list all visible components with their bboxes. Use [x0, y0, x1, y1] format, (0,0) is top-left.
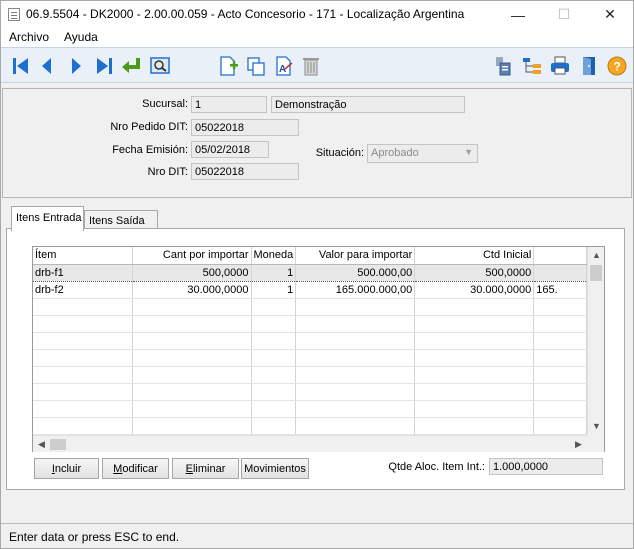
tab-itens-saida[interactable]: Itens Saída [84, 210, 158, 229]
menu-ayuda[interactable]: Ayuda [64, 30, 98, 44]
empty-row [33, 383, 588, 401]
situacion-label: Situación: [315, 147, 364, 159]
cell-moneda[interactable]: 1 [251, 281, 297, 299]
empty-row [33, 298, 588, 316]
dit-field[interactable]: 05022018 [191, 163, 299, 180]
table-header-row: Ítem Cant por importar Moneda Valor para… [33, 247, 588, 265]
cell-ctd[interactable]: 500,0000 [414, 263, 535, 282]
situacion-select[interactable]: Aprobado ▼ [367, 144, 478, 163]
svg-text:A: A [279, 64, 286, 75]
empty-row [33, 400, 588, 418]
enter-icon[interactable] [118, 53, 143, 78]
sucursal-code-field[interactable]: 1 [191, 96, 267, 113]
horizontal-scroll-thumb[interactable] [50, 439, 66, 450]
prev-record-icon[interactable] [34, 53, 59, 78]
help-icon[interactable]: ? [604, 53, 629, 78]
cell-cant[interactable]: 500,0000 [132, 263, 252, 282]
trash-icon[interactable] [298, 53, 323, 78]
col-header-ctd[interactable]: Ctd Inicial [414, 247, 535, 265]
pedido-field[interactable]: 05022018 [191, 119, 299, 136]
maximize-button[interactable]: ☐ [541, 1, 587, 28]
cell-extra[interactable] [533, 263, 588, 282]
minimize-button[interactable]: — [495, 1, 541, 28]
modificar-button[interactable]: Modificar [102, 458, 169, 479]
new-document-icon[interactable] [215, 53, 240, 78]
col-header-item[interactable]: Ítem [33, 247, 133, 265]
qtde-label: Qtde Aloc. Item Int.: [388, 461, 485, 473]
sucursal-name-field[interactable]: Demonstração [271, 96, 465, 113]
eliminar-hotkey: E [185, 462, 193, 475]
printer-icon[interactable] [547, 53, 572, 78]
dit-label: Nro DIT: [147, 166, 188, 178]
modificar-label: odificar [122, 462, 158, 475]
empty-row [33, 417, 588, 435]
scroll-corner [587, 435, 604, 452]
qtde-field[interactable]: 1.000,0000 [489, 458, 603, 475]
next-record-icon[interactable] [63, 53, 88, 78]
window-title: 06.9.5504 - DK2000 - 2.00.00.059 - Acto … [26, 7, 465, 21]
empty-row [33, 366, 588, 384]
close-button[interactable]: ✕ [587, 1, 633, 28]
scroll-right-icon[interactable]: ▶ [570, 436, 587, 453]
empty-row [33, 349, 588, 367]
status-text: Enter data or press ESC to end. [9, 530, 180, 544]
tab-itens-entrada[interactable]: Itens Entrada [11, 206, 84, 231]
scroll-left-icon[interactable]: ◀ [33, 436, 50, 453]
menu-bar: Archivo Ayuda [1, 28, 633, 47]
chevron-down-icon: ▼ [464, 147, 473, 157]
pedido-label: Nro Pedido DIT: [110, 121, 188, 133]
table-row[interactable]: drb-f2 30.000,0000 1 165.000.000,00 30.0… [33, 281, 588, 299]
eliminar-button[interactable]: Eliminar [172, 458, 239, 479]
col-header-cant[interactable]: Cant por importar [132, 247, 252, 265]
fecha-field[interactable]: 05/02/2018 [191, 141, 269, 158]
report-icon[interactable] [491, 53, 516, 78]
cell-moneda[interactable]: 1 [251, 263, 297, 282]
first-record-icon[interactable] [8, 53, 33, 78]
horizontal-scrollbar[interactable]: ◀ ▶ [33, 435, 587, 452]
scroll-down-icon[interactable]: ▼ [588, 418, 605, 435]
cell-ctd[interactable]: 30.000,0000 [414, 281, 535, 299]
items-table: Ítem Cant por importar Moneda Valor para… [33, 247, 588, 451]
table-row[interactable]: drb-f1 500,0000 1 500.000,00 500,0000 [33, 263, 588, 282]
sucursal-label: Sucursal: [142, 98, 188, 110]
incluir-button[interactable]: Incluir [34, 458, 99, 479]
vertical-scroll-thumb[interactable] [590, 265, 602, 281]
col-header-extra[interactable] [533, 247, 588, 265]
cell-cant[interactable]: 30.000,0000 [132, 281, 252, 299]
eliminar-label: liminar [192, 462, 226, 475]
col-header-moneda[interactable]: Moneda [251, 247, 297, 265]
col-header-valor[interactable]: Valor para importar [295, 247, 416, 265]
toolbar: A ? [1, 47, 633, 83]
cell-extra[interactable]: 165. [533, 281, 588, 299]
copy-icon[interactable] [243, 53, 268, 78]
status-bar: Enter data or press ESC to end. [1, 523, 633, 548]
empty-row [33, 332, 588, 350]
title-bar: 06.9.5504 - DK2000 - 2.00.00.059 - Acto … [1, 1, 633, 28]
hierarchy-icon[interactable] [519, 53, 544, 78]
vertical-scrollbar[interactable]: ▲ ▼ [587, 247, 604, 435]
menu-archivo[interactable]: Archivo [9, 30, 49, 44]
spell-check-icon[interactable]: A [271, 53, 296, 78]
app-icon [8, 8, 20, 21]
cell-item[interactable]: drb-f2 [33, 281, 133, 299]
items-grid[interactable]: Ítem Cant por importar Moneda Valor para… [32, 246, 605, 452]
exit-icon[interactable] [576, 53, 601, 78]
fecha-label: Fecha Emisión: [112, 144, 188, 156]
movimientos-button[interactable]: Movimientos [241, 458, 309, 479]
cell-valor[interactable]: 165.000.000,00 [295, 281, 416, 299]
situacion-value: Aprobado [371, 147, 419, 159]
cell-item[interactable]: drb-f1 [33, 263, 133, 282]
help-glyph: ? [613, 59, 620, 73]
modificar-hotkey: M [113, 462, 123, 475]
cell-valor[interactable]: 500.000,00 [295, 263, 416, 282]
search-icon[interactable] [147, 53, 172, 78]
scroll-up-icon[interactable]: ▲ [588, 247, 605, 264]
application-window: 06.9.5504 - DK2000 - 2.00.00.059 - Acto … [0, 0, 634, 549]
empty-row [33, 315, 588, 333]
last-record-icon[interactable] [91, 53, 116, 78]
incluir-label: ncluir [54, 462, 82, 475]
